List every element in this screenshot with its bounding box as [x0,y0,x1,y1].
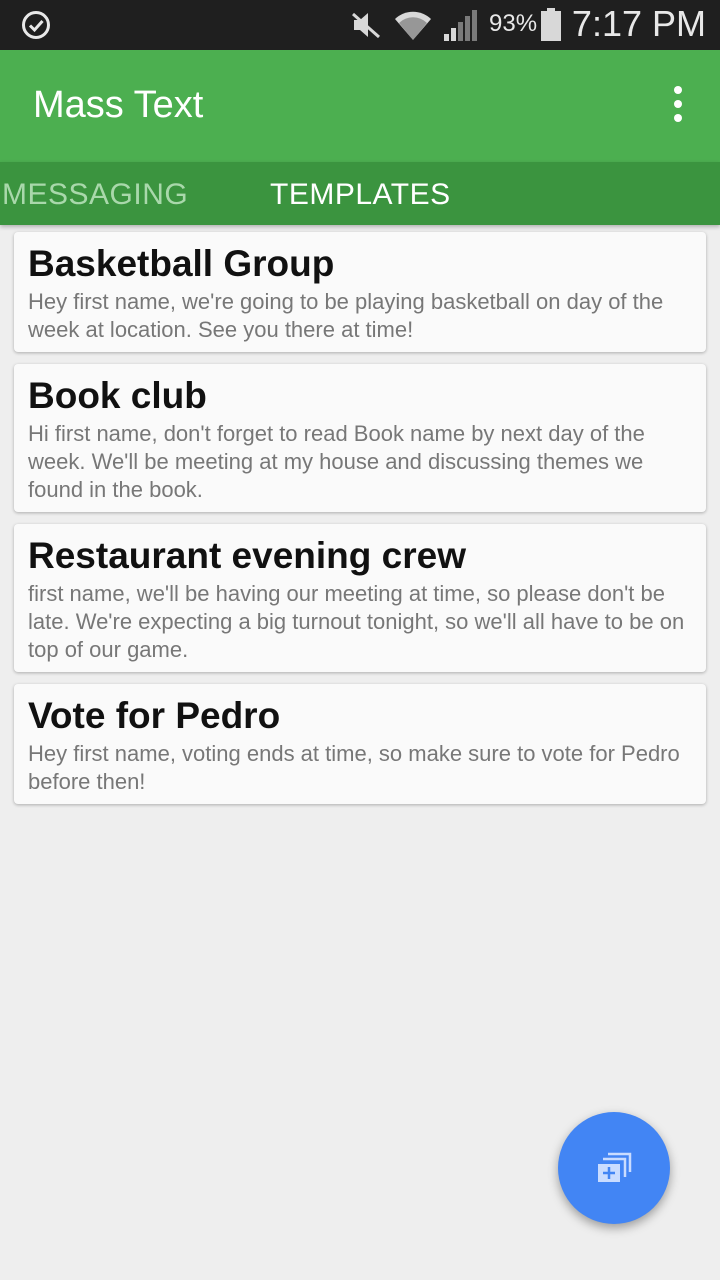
template-body: Hi first name, don't forget to read Book… [28,421,645,502]
template-title: Book club [28,375,207,416]
clock: 7:17 PM [571,3,706,44]
template-body: first name, we'll be having our meeting … [28,581,685,662]
template-title: Basketball Group [28,243,335,284]
tab-bar: MESSAGING TEMPLATES [0,162,720,225]
status-bar: 93% 7:17 PM [0,0,720,50]
app-title: Mass Text [33,84,204,126]
template-body: Hey first name, voting ends at time, so … [28,741,680,794]
wifi-icon [395,11,431,41]
template-body: Hey first name, we're going to be playin… [28,289,664,342]
tab-messaging[interactable]: MESSAGING [2,178,188,212]
check-circle-icon [22,11,50,39]
signal-icon [444,10,477,41]
mute-icon [352,12,380,39]
template-title: Restaurant evening crew [28,535,466,576]
battery-icon [541,8,561,41]
template-list: Basketball Group Hey first name, we're g… [14,232,706,816]
template-card[interactable]: Book club Hi first name, don't forget to… [14,364,706,512]
tab-templates[interactable]: TEMPLATES [270,178,451,212]
add-template-button[interactable] [558,1112,670,1224]
template-card[interactable]: Restaurant evening crew first name, we'l… [14,524,706,672]
template-card[interactable]: Vote for Pedro Hey first name, voting en… [14,684,706,804]
template-title: Vote for Pedro [28,695,281,736]
app-bar: Mass Text [0,50,720,162]
battery-percent: 93% [489,10,538,37]
add-template-icon [598,1152,632,1182]
template-card[interactable]: Basketball Group Hey first name, we're g… [14,232,706,352]
more-vert-icon[interactable] [666,86,690,126]
